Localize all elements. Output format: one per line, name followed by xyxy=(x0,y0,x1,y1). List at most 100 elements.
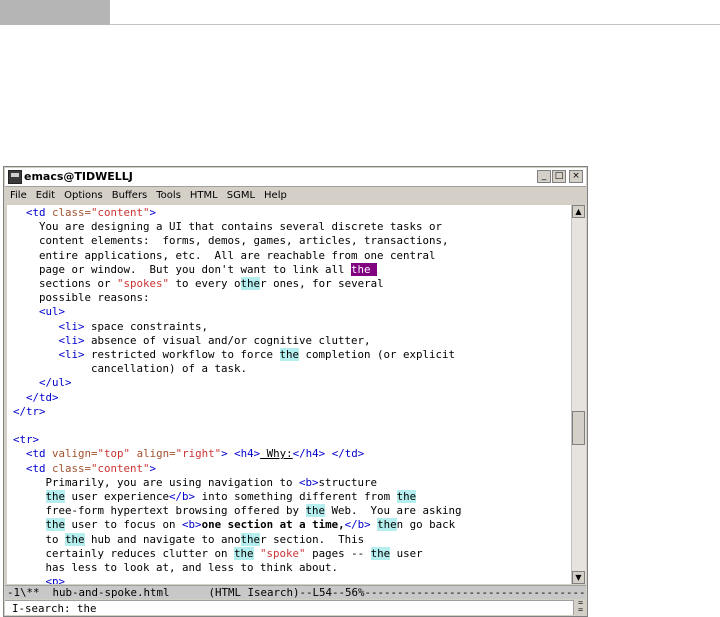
code-token: </b> xyxy=(169,490,196,504)
code-token: r ones, for several xyxy=(260,277,384,291)
code-token: "spoke" xyxy=(260,546,306,560)
code-token: page or window. But you don't want to li… xyxy=(13,262,352,276)
code-line: entire applications, etc. All are reacha… xyxy=(13,249,571,263)
code-token: Why: xyxy=(260,447,293,461)
code-line: <li> restricted workflow to force the co… xyxy=(13,348,571,362)
code-token: "content" xyxy=(91,461,150,475)
code-token: certainly reduces clutter on xyxy=(13,546,235,560)
code-token: "spokes" xyxy=(117,277,170,291)
code-token: pages -- xyxy=(305,546,371,560)
code-line: the user to focus on <b>one section at a… xyxy=(13,518,571,532)
window-controls: _ □ × xyxy=(537,170,583,183)
code-token: class= xyxy=(52,461,92,475)
code-token: <tr> xyxy=(13,433,40,447)
minibuffer-resize-icon[interactable]: = = xyxy=(573,600,587,615)
code-line: You are designing a UI that contains sev… xyxy=(13,220,571,234)
code-token: <b> xyxy=(299,475,319,489)
menu-tools[interactable]: Tools xyxy=(156,190,181,201)
code-line: to the hub and navigate to another secti… xyxy=(13,532,571,547)
menu-file[interactable]: File xyxy=(10,190,27,201)
isearch-match: the xyxy=(370,546,391,560)
minibuffer-isearch[interactable]: I-search: the xyxy=(5,600,573,615)
isearch-match: the xyxy=(240,277,261,291)
code-token: align= xyxy=(136,447,176,461)
code-token: content elements: forms, demos, games, a… xyxy=(13,234,449,248)
menu-edit[interactable]: Edit xyxy=(36,190,55,201)
page-header-tab xyxy=(0,0,110,25)
code-line: has less to look at, and less to think a… xyxy=(13,561,571,575)
menu-options[interactable]: Options xyxy=(64,190,103,201)
code-token: has less to look at, and less to think a… xyxy=(13,561,339,575)
code-token: structure xyxy=(318,475,378,489)
scroll-up-icon[interactable]: ▲ xyxy=(572,205,585,218)
code-line: <li> space constraints, xyxy=(13,320,571,334)
code-line: content elements: forms, demos, games, a… xyxy=(13,234,571,248)
isearch-match: the xyxy=(45,490,66,504)
code-token: valign= xyxy=(52,447,98,461)
code-token: </td> xyxy=(331,447,365,461)
code-token: user to focus on xyxy=(65,518,183,532)
code-token: to xyxy=(13,532,66,546)
menu-sgml[interactable]: SGML xyxy=(227,190,255,201)
code-line: </td> xyxy=(13,391,571,405)
code-token: r section. This xyxy=(260,532,365,546)
code-line: <tr> xyxy=(13,433,571,447)
code-text[interactable]: <td class="content"> You are designing a… xyxy=(7,205,571,584)
code-line: </ul> xyxy=(13,376,571,390)
code-line: <td valign="top" align="right"> <h4> Why… xyxy=(13,447,571,461)
title-bar[interactable]: emacs@TIDWELLJ _ □ × xyxy=(5,168,586,187)
scroll-thumb[interactable] xyxy=(572,411,585,445)
code-line: certainly reduces clutter on the "spoke"… xyxy=(13,546,571,561)
emacs-app-icon[interactable] xyxy=(8,170,22,184)
close-button[interactable]: × xyxy=(569,170,583,183)
scroll-down-icon[interactable]: ▼ xyxy=(572,571,585,584)
code-line: <td class="content"> xyxy=(13,462,571,476)
code-line: <li> absence of visual and/or cognitive … xyxy=(13,334,571,348)
code-token: sections or xyxy=(13,277,118,291)
code-line: </tr> xyxy=(13,405,571,419)
mode-line: -1\** hub-and-spoke.html (HTML Isearch)-… xyxy=(5,585,586,599)
code-token: "top" xyxy=(97,447,131,461)
code-token: completion (or explicit xyxy=(299,348,456,362)
code-line: cancellation) of a task. xyxy=(13,362,571,376)
code-token: You are designing a UI that contains sev… xyxy=(13,220,443,234)
window-title: emacs@TIDWELLJ xyxy=(24,170,133,183)
isearch-match: the xyxy=(305,504,326,518)
code-token: n go back xyxy=(396,518,456,532)
code-line: page or window. But you don't want to li… xyxy=(13,262,571,277)
isearch-match: the xyxy=(396,490,417,504)
menu-help[interactable]: Help xyxy=(264,190,287,201)
code-line: Primarily, you are using navigation to <… xyxy=(13,476,571,490)
code-line: <p> xyxy=(13,575,571,584)
code-token: > xyxy=(149,206,157,219)
isearch-match: the xyxy=(279,348,300,362)
isearch-match: the xyxy=(65,532,85,546)
code-token: <td xyxy=(13,447,53,461)
page-header-rule xyxy=(110,24,720,25)
code-token: </ul> xyxy=(13,376,72,390)
code-token: <ul> xyxy=(13,305,66,319)
maximize-button[interactable]: □ xyxy=(552,170,566,183)
menu-html[interactable]: HTML xyxy=(190,190,218,201)
code-line: <td class="content"> xyxy=(13,206,571,220)
code-token: hub and navigate to ano xyxy=(84,532,241,546)
code-token: one section at a time, xyxy=(201,518,345,532)
code-line: the user experience</b> into something d… xyxy=(13,490,571,504)
code-token: class= xyxy=(52,206,92,219)
vertical-scrollbar[interactable]: ▲ ▼ xyxy=(571,205,586,584)
code-token: into something different from xyxy=(195,490,397,504)
code-token: entire applications, etc. All are reacha… xyxy=(13,248,436,262)
isearch-current-match: the xyxy=(351,262,378,276)
editor-buffer[interactable]: <td class="content"> You are designing a… xyxy=(7,205,571,584)
code-token: > xyxy=(149,461,157,475)
code-token: Primarily, you are using navigation to xyxy=(13,475,300,489)
code-token: </tr> xyxy=(13,404,46,418)
menu-buffers[interactable]: Buffers xyxy=(112,190,148,201)
code-token: restricted workflow to force xyxy=(84,348,280,362)
minimize-button[interactable]: _ xyxy=(537,170,551,183)
code-token: to every o xyxy=(169,277,241,291)
code-token: possible reasons: xyxy=(13,291,150,305)
isearch-match: the xyxy=(45,518,66,532)
